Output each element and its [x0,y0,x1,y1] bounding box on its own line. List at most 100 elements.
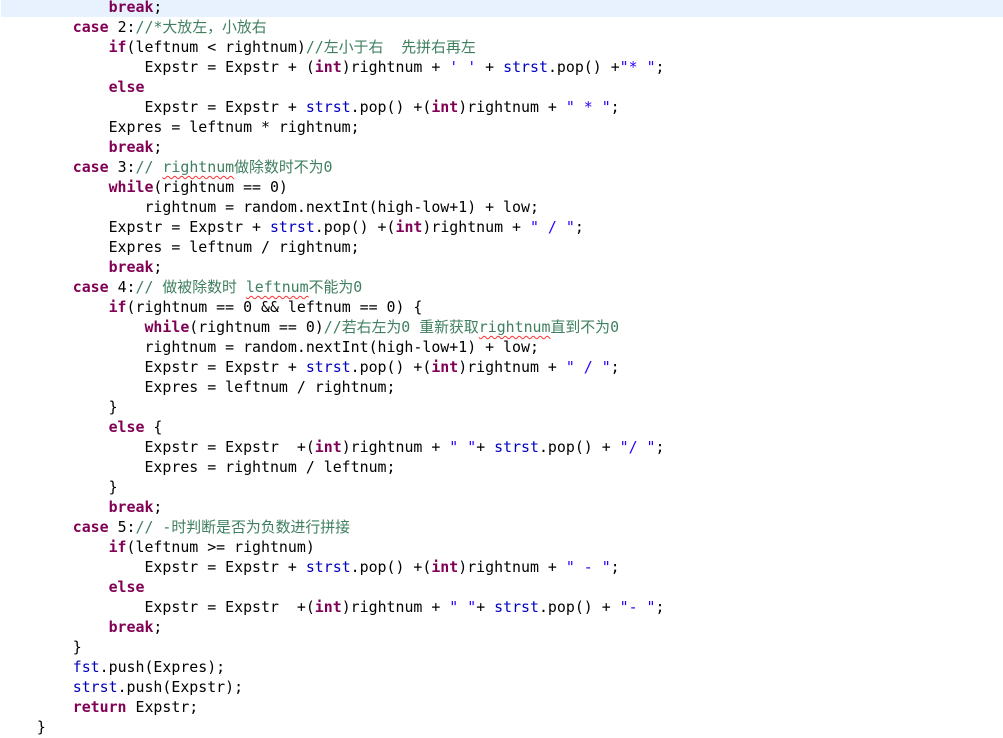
field-reference: fst [72,658,100,676]
code-line[interactable]: break; [1,497,1003,517]
code-text: (rightnum == 0) [153,178,288,196]
code-line[interactable]: Expstr = Expstr + strst.pop() +(int)righ… [1,557,1003,577]
keyword: int [314,58,342,76]
comment: 不能为0 [308,278,363,296]
code-text: 5: [108,518,136,536]
keyword: case [72,18,109,36]
field-reference: strst [305,98,351,116]
code-line[interactable]: Expres = rightnum / leftnum; [1,457,1003,477]
code-text: 4: [108,278,136,296]
code-line[interactable]: case 5:// -时判断是否为负数进行拼接 [1,517,1003,537]
code-text: .push(Expres); [99,658,226,676]
comment: // [135,158,163,176]
code-line[interactable]: case 4:// 做被除数时 leftnum不能为0 [1,277,1003,297]
code-line[interactable]: if(leftnum < rightnum)//左小于右 先拼右再左 [1,37,1003,57]
code-line[interactable]: Expstr = Expstr +(int)rightnum + " "+ st… [1,437,1003,457]
keyword: else [108,418,145,436]
comment-misspelled-word: rightnum [478,318,551,336]
code-line[interactable]: else { [1,417,1003,437]
code-text: Expres = leftnum * rightnum; [108,118,360,136]
keyword: int [431,358,459,376]
code-text: )rightnum + [341,438,450,456]
code-line[interactable]: break; [1,137,1003,157]
code-line[interactable]: Expres = leftnum / rightnum; [1,237,1003,257]
code-line[interactable]: if(leftnum >= rightnum) [1,537,1003,557]
code-text: Expres = leftnum / rightnum; [108,238,360,256]
code-line[interactable]: strst.push(Expstr); [1,677,1003,697]
keyword: int [314,438,342,456]
code-line[interactable]: Expstr = Expstr + strst.pop() +(int)righ… [1,217,1003,237]
code-line[interactable]: Expstr = Expstr + strst.pop() +(int)righ… [1,97,1003,117]
code-text: ; [153,258,163,276]
code-line-current[interactable]: break; [1,0,1003,17]
comment: 做除数时不为0 [234,158,333,176]
field-reference: strst [494,598,539,616]
code-text: (rightnum == 0 && leftnum == 0) { [126,298,423,316]
keyword: while [144,318,190,336]
code-line[interactable]: fst.push(Expres); [1,657,1003,677]
string-literal: ' ' [449,58,477,76]
code-line[interactable]: Expstr = Expstr + strst.pop() +(int)righ… [1,357,1003,377]
code-editor[interactable]: break; case 2://*大放左，小放右 if(leftnum < ri… [1,0,1003,737]
code-line[interactable]: else [1,77,1003,97]
code-line[interactable]: rightnum = random.nextInt(high-low+1) + … [1,197,1003,217]
code-line[interactable]: } [1,717,1003,737]
code-line[interactable]: break; [1,617,1003,637]
string-literal: " * " [565,98,611,116]
code-line[interactable]: Expres = leftnum * rightnum; [1,117,1003,137]
keyword: else [108,578,145,596]
code-text: 2: [108,18,136,36]
keyword: break [108,138,154,156]
code-text: .pop() + [538,598,620,616]
code-line[interactable]: Expres = leftnum / rightnum; [1,377,1003,397]
code-text: (rightnum == 0) [189,318,324,336]
code-line[interactable]: rightnum = random.nextInt(high-low+1) + … [1,337,1003,357]
keyword: case [72,518,109,536]
code-line[interactable]: while(rightnum == 0)//若右左为0 重新获取rightnum… [1,317,1003,337]
code-line[interactable]: while(rightnum == 0) [1,177,1003,197]
field-reference: strst [72,678,118,696]
code-text: ; [153,618,163,636]
string-literal: "/ " [619,438,656,456]
code-text: } [72,638,82,656]
code-line[interactable]: } [1,397,1003,417]
code-line[interactable]: if(rightnum == 0 && leftnum == 0) { [1,297,1003,317]
code-text: rightnum = random.nextInt(high-low+1) + … [144,198,539,216]
code-line[interactable]: case 3:// rightnum做除数时不为0 [1,157,1003,177]
code-line[interactable]: else [1,577,1003,597]
keyword: int [431,98,459,116]
code-line[interactable]: case 2://*大放左，小放右 [1,17,1003,37]
code-text: (leftnum < rightnum) [126,38,306,56]
string-literal: " " [449,598,477,616]
string-literal: " " [449,438,477,456]
code-line[interactable]: } [1,477,1003,497]
code-text: Expstr = Expstr + [144,558,306,576]
code-text: Expres = rightnum / leftnum; [144,458,396,476]
code-line[interactable]: Expstr = Expstr + (int)rightnum + ' ' + … [1,57,1003,77]
code-line[interactable]: } [1,637,1003,657]
code-text: .pop() + [538,438,620,456]
string-literal: " / " [529,218,575,236]
keyword: int [395,218,423,236]
code-text: + [476,438,495,456]
code-line[interactable]: return Expstr; [1,697,1003,717]
keyword: return [72,698,127,716]
code-line[interactable]: break; [1,257,1003,277]
code-line[interactable]: Expstr = Expstr +(int)rightnum + " "+ st… [1,597,1003,617]
